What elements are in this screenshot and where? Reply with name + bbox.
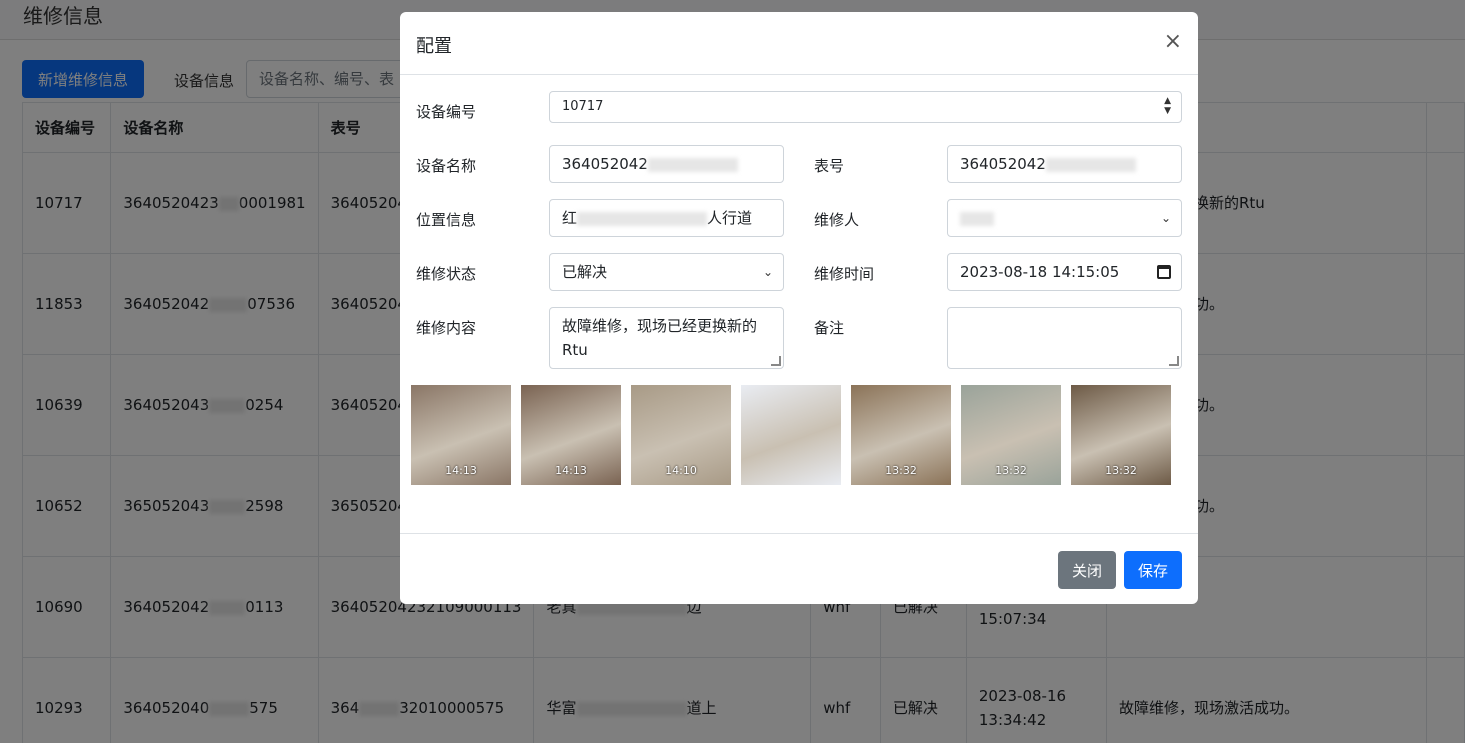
repairer-label: 维修人 <box>814 211 860 229</box>
device-id-select[interactable]: 10717 ▲ ▼ <box>549 91 1182 123</box>
save-button[interactable]: 保存 <box>1124 551 1182 589</box>
device-name-label: 设备名称 <box>416 157 477 175</box>
location-label: 位置信息 <box>416 211 477 229</box>
sort-caret-icon: ▲ ▼ <box>1164 96 1171 116</box>
device-name-input[interactable]: 364052042 <box>549 145 784 183</box>
meter-label: 表号 <box>814 157 845 175</box>
config-modal: 配置 × 设备编号 10717 ▲ ▼ 设备名称 364052042 表号 364… <box>400 12 1198 604</box>
photo-thumbnail[interactable]: 14:10 <box>631 385 731 485</box>
calendar-icon[interactable] <box>1157 265 1171 279</box>
resize-handle-icon[interactable] <box>771 356 781 366</box>
chevron-down-icon: ⌄ <box>762 265 773 279</box>
repairer-select[interactable]: ⌄ <box>947 199 1182 237</box>
chevron-down-icon: ⌄ <box>1160 211 1171 225</box>
meter-input[interactable]: 364052042 <box>947 145 1182 183</box>
content-label: 维修内容 <box>416 319 477 337</box>
resize-handle-icon[interactable] <box>1169 356 1179 366</box>
status-label: 维修状态 <box>416 265 477 283</box>
location-input[interactable]: 红人行道 <box>549 199 784 237</box>
modal-footer: 关闭 保存 <box>400 533 1198 604</box>
time-input[interactable]: 2023-08-18 14:15:05 <box>947 253 1182 291</box>
photo-thumbnail[interactable]: 13:32 <box>961 385 1061 485</box>
photo-thumbnail[interactable]: 13:32 <box>1071 385 1171 485</box>
close-icon[interactable]: × <box>1164 28 1182 56</box>
photo-thumbnail[interactable] <box>741 385 841 485</box>
content-textarea[interactable]: 故障维修，现场已经更换新的Rtu <box>549 307 784 369</box>
time-label: 维修时间 <box>814 265 875 283</box>
status-select[interactable]: 已解决 ⌄ <box>549 253 784 291</box>
photo-thumbnail[interactable]: 13:32 <box>851 385 951 485</box>
remark-textarea[interactable] <box>947 307 1182 369</box>
photo-thumbnail[interactable]: 14:13 <box>411 385 511 485</box>
modal-title: 配置 <box>416 36 452 57</box>
remark-label: 备注 <box>814 319 845 337</box>
close-button[interactable]: 关闭 <box>1058 551 1116 589</box>
photo-thumbnail[interactable]: 14:13 <box>521 385 621 485</box>
modal-header: 配置 × <box>400 12 1198 75</box>
device-id-label: 设备编号 <box>416 103 477 121</box>
